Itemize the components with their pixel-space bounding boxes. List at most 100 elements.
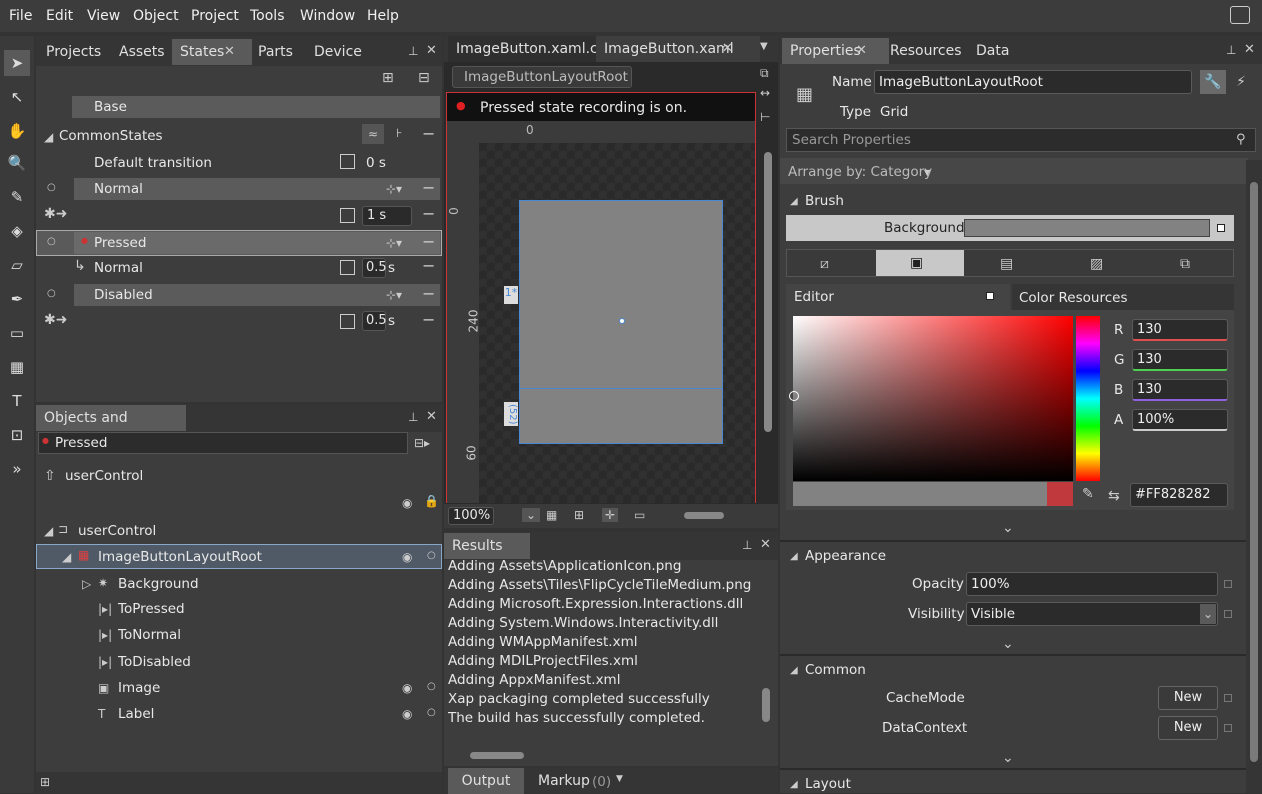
name-field[interactable]: ImageButtonLayoutRoot <box>874 70 1192 94</box>
close-icon[interactable]: ✕ <box>856 43 867 58</box>
remove-icon[interactable]: − <box>422 284 435 303</box>
menu-view[interactable]: View <box>87 8 120 24</box>
tab-device[interactable]: Device <box>306 39 370 65</box>
pin-icon[interactable]: ⊥ <box>408 44 418 58</box>
arrange-dropdown[interactable]: Arrange by: Category <box>788 164 932 180</box>
lock-toggle-icon[interactable]: ○ <box>427 550 436 561</box>
center-handle[interactable] <box>619 318 625 324</box>
easing-function-icon[interactable] <box>340 260 355 275</box>
g-field[interactable]: 130 <box>1132 349 1228 371</box>
tab-results[interactable]: Results <box>444 533 530 559</box>
collapse-icon[interactable]: ◢ <box>790 551 798 562</box>
transition-time-field[interactable]: 0.5 <box>362 311 387 331</box>
tab-doc-cs[interactable]: ImageButton.xaml.cs <box>448 36 614 62</box>
brush-transform-icon[interactable]: ▱ <box>4 252 30 278</box>
snap-lines-icon[interactable]: ✛ <box>602 508 619 522</box>
tab-objects-timeline[interactable]: Objects and Timeline <box>36 405 186 452</box>
props-vscroll-thumb[interactable] <box>1250 182 1258 762</box>
expand-icon[interactable]: ▷ <box>82 577 91 591</box>
pan-icon[interactable]: ✋ <box>4 118 30 144</box>
chevron-down-icon[interactable]: ⌄ <box>1002 520 1014 536</box>
remove-icon[interactable]: − <box>422 310 435 329</box>
tree-usercontrol[interactable]: userControl <box>78 523 156 539</box>
row-size-label[interactable]: (52) <box>504 402 518 426</box>
transition-time-field[interactable]: 1 s <box>362 206 412 226</box>
add-transition-icon[interactable]: ⊹▾ <box>386 288 402 302</box>
lock-toggle-icon[interactable]: ○ <box>427 681 436 692</box>
split-view-icon[interactable]: ⧉ <box>760 66 769 81</box>
tab-assets[interactable]: Assets <box>111 39 173 65</box>
collapse-icon[interactable]: ◢ <box>790 196 798 207</box>
easing-function-icon[interactable] <box>340 314 355 329</box>
section-layout[interactable]: Layout <box>805 776 851 792</box>
tab-doc-xaml[interactable]: ImageButton.xaml <box>596 36 760 62</box>
h-scroll-thumb[interactable] <box>684 512 724 519</box>
eyedropper-icon[interactable]: ✎ <box>1082 486 1094 502</box>
annotations-icon[interactable]: ▭ <box>634 508 645 522</box>
no-brush-icon[interactable]: ⧄ <box>820 256 829 272</box>
remove-icon[interactable]: − <box>422 204 435 223</box>
section-brush[interactable]: Brush <box>805 193 844 209</box>
brush-resources-icon[interactable]: ⧉ <box>1180 256 1190 272</box>
remove-icon[interactable]: − <box>422 178 435 197</box>
pin-icon[interactable]: ⊥ <box>1226 43 1236 57</box>
section-common[interactable]: Common <box>805 662 866 678</box>
eye-icon[interactable]: ◉ <box>402 550 412 564</box>
opacity-field[interactable]: 100% <box>966 572 1218 596</box>
tab-markup[interactable]: Markup <box>530 768 592 794</box>
b-field[interactable]: 130 <box>1132 379 1228 401</box>
eye-icon[interactable]: ◉ <box>402 681 412 695</box>
advanced-options-icon[interactable] <box>1224 580 1232 588</box>
gradient-brush-icon[interactable]: ▤ <box>1000 256 1013 272</box>
row-size-label[interactable]: 1* <box>504 286 518 304</box>
state-indicator-icon[interactable]: ○ <box>47 236 56 247</box>
state-indicator-icon[interactable]: ○ <box>47 182 56 193</box>
pen-icon[interactable]: ✒ <box>4 286 30 312</box>
tree-item[interactable]: Label <box>118 706 154 722</box>
v-scroll-thumb[interactable] <box>764 152 772 432</box>
eye-icon[interactable]: ◉ <box>402 707 412 721</box>
tab-properties[interactable]: Properties <box>782 38 889 64</box>
tab-output[interactable]: Output <box>448 768 524 794</box>
advanced-options-icon[interactable] <box>1224 724 1232 732</box>
advanced-options-icon[interactable] <box>986 292 994 300</box>
state-indicator-icon[interactable]: ○ <box>47 288 56 299</box>
remove-icon[interactable]: − <box>422 124 435 143</box>
menu-project[interactable]: Project <box>191 8 239 24</box>
background-swatch[interactable] <box>964 219 1210 237</box>
lock-icon[interactable]: 🔒 <box>424 494 439 508</box>
paint-bucket-icon[interactable]: ◈ <box>4 218 30 244</box>
tree-item[interactable]: ToDisabled <box>118 654 191 670</box>
tab-data[interactable]: Data <box>968 38 1017 64</box>
close-icon[interactable]: ✕ <box>426 409 437 424</box>
snap-grid-icon[interactable]: ⊞ <box>574 508 584 522</box>
collapse-icon[interactable]: ◢ <box>790 665 798 676</box>
swap-icon[interactable]: ⇆ <box>1108 488 1120 504</box>
feedback-icon[interactable] <box>1230 6 1250 24</box>
menu-file[interactable]: File <box>9 8 32 24</box>
advanced-options-icon[interactable] <box>1217 224 1225 232</box>
tree-item[interactable]: Image <box>118 680 160 696</box>
menu-window[interactable]: Window <box>300 8 355 24</box>
rectangle-icon[interactable]: ▭ <box>4 320 30 346</box>
color-picker-cursor[interactable] <box>789 391 799 401</box>
easing-icon[interactable]: ≈ <box>362 124 384 144</box>
solid-brush-icon[interactable]: ▣ <box>910 255 923 271</box>
search-placeholder[interactable]: Search Properties <box>792 132 911 148</box>
grid-tool-icon[interactable]: ▦ <box>4 354 30 380</box>
close-icon[interactable]: ✕ <box>722 41 733 56</box>
tree-item[interactable]: Background <box>118 576 199 592</box>
control-tool-icon[interactable]: ⊡ <box>4 422 30 448</box>
hex-field[interactable]: #FF828282 <box>1130 483 1228 507</box>
objects-hscroll[interactable] <box>36 772 442 793</box>
timeline-icon[interactable]: ⊟▸ <box>414 436 430 450</box>
easing-function-icon[interactable] <box>340 208 355 223</box>
advanced-options-icon[interactable] <box>1224 694 1232 702</box>
direct-select-icon[interactable]: ↖ <box>4 84 30 110</box>
remove-icon[interactable]: − <box>422 232 435 251</box>
collapse-icon[interactable]: ◢ <box>44 524 53 538</box>
dropdown-icon[interactable]: ▼ <box>616 774 623 784</box>
search-icon[interactable]: ⚲ <box>1236 132 1246 147</box>
results-h-scroll[interactable] <box>470 752 524 759</box>
close-icon[interactable]: ✕ <box>426 43 437 58</box>
